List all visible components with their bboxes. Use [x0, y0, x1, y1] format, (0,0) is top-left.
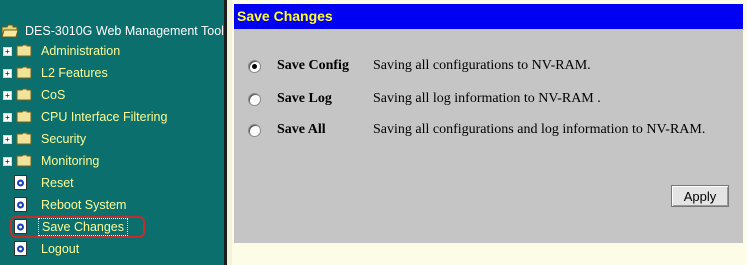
save-all-radio[interactable]	[248, 123, 261, 137]
page-icon	[14, 197, 27, 212]
option-save-log: Save Log Saving all log information to N…	[248, 89, 601, 109]
expand-icon[interactable]: +	[3, 91, 12, 100]
expand-icon[interactable]: +	[3, 69, 12, 78]
expand-icon[interactable]: +	[3, 47, 12, 56]
tree-item-reset[interactable]: Reset	[0, 173, 77, 193]
tree-root[interactable]: DES-3010G Web Management Tool	[0, 21, 224, 41]
folder-icon	[16, 44, 32, 57]
tree-item-label: Reset	[41, 176, 74, 190]
tree-item-label: Administration	[41, 44, 121, 58]
tree-item-label: CPU Interface Filtering	[41, 110, 168, 124]
tree-item-security[interactable]: + Security	[0, 129, 89, 149]
folder-icon	[16, 132, 32, 145]
expand-icon[interactable]: +	[3, 157, 12, 166]
tree-item-administration[interactable]: + Administration	[0, 41, 123, 61]
save-log-radio[interactable]	[248, 92, 261, 106]
tree-item-label: L2 Features	[41, 66, 108, 80]
option-name: Save All	[277, 122, 326, 137]
folder-icon	[16, 66, 32, 79]
page-header: Save Changes	[234, 4, 743, 29]
option-name: Save Config	[277, 58, 349, 73]
tree-root-label: DES-3010G Web Management Tool	[25, 24, 224, 38]
option-save-config: Save Config Saving all configurations to…	[248, 56, 591, 76]
main-panel: Save Changes Save Config Saving all conf…	[232, 0, 747, 265]
save-options-panel: Save Config Saving all configurations to…	[234, 29, 743, 243]
page-icon	[14, 175, 27, 190]
tree-item-label: CoS	[41, 88, 66, 102]
option-name: Save Log	[277, 91, 332, 106]
selection-highlight	[10, 216, 145, 238]
expand-icon[interactable]: +	[3, 113, 12, 122]
tree-item-l2-features[interactable]: + L2 Features	[0, 63, 111, 83]
option-save-all: Save All Saving all configurations and l…	[248, 120, 705, 140]
option-description: Saving all configurations and log inform…	[373, 122, 706, 137]
apply-button[interactable]: Apply	[671, 185, 729, 207]
option-description: Saving all configurations to NV-RAM.	[373, 58, 591, 73]
folder-icon	[16, 154, 32, 167]
page-title: Save Changes	[237, 8, 333, 24]
tree-item-reboot-system[interactable]: Reboot System	[0, 195, 129, 215]
save-config-radio[interactable]	[248, 59, 261, 73]
open-folder-icon	[1, 24, 19, 38]
tree-item-label: Monitoring	[41, 154, 100, 168]
tree-item-logout[interactable]: Logout	[0, 239, 82, 259]
tree-item-monitoring[interactable]: + Monitoring	[0, 151, 102, 171]
expand-icon[interactable]: +	[3, 135, 12, 144]
folder-icon	[16, 88, 32, 101]
folder-icon	[16, 110, 32, 123]
tree-item-label: Logout	[41, 242, 80, 256]
tree-item-cos[interactable]: + CoS	[0, 85, 68, 105]
tree-item-label: Reboot System	[41, 198, 127, 212]
page-icon	[14, 241, 27, 256]
navigation-tree: DES-3010G Web Management Tool + Administ…	[0, 0, 224, 265]
tree-item-cpu-interface-filtering[interactable]: + CPU Interface Filtering	[0, 107, 170, 127]
tree-item-label: Security	[41, 132, 87, 146]
option-description: Saving all log information to NV-RAM .	[373, 91, 601, 106]
